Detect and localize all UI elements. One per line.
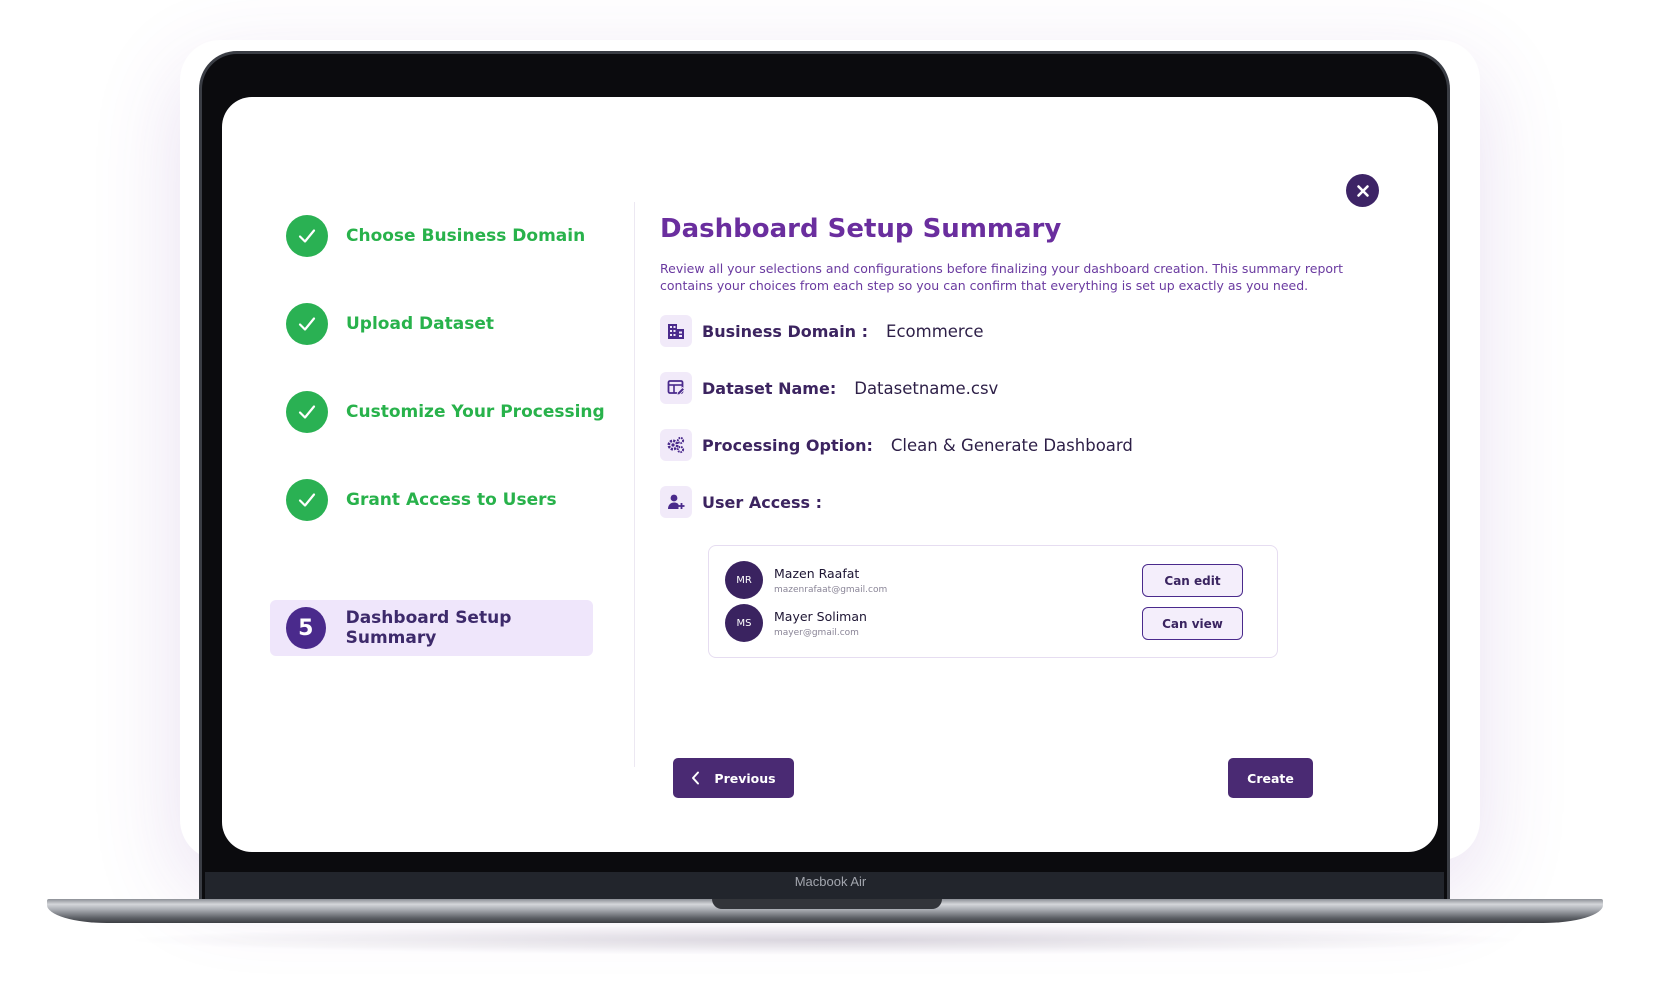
summary-row-processing-option: Processing Option: Clean & Generate Dash… bbox=[660, 429, 1133, 461]
previous-label: Previous bbox=[714, 770, 776, 786]
user-email: mayer@gmail.com bbox=[774, 627, 859, 638]
chevron-left-icon bbox=[691, 771, 700, 785]
close-button[interactable] bbox=[1346, 174, 1379, 207]
summary-row-business-domain: Business Domain : Ecommerce bbox=[660, 315, 984, 347]
create-button[interactable]: Create bbox=[1228, 758, 1313, 798]
check-icon bbox=[286, 479, 328, 521]
step-grant-access[interactable]: Grant Access to Users bbox=[286, 479, 557, 521]
check-icon bbox=[286, 391, 328, 433]
step-label: Choose Business Domain bbox=[346, 226, 586, 246]
user-access-list: MR Mazen Raafat mazenrafaat@gmail.com Ca… bbox=[708, 545, 1278, 658]
user-email: mazenrafaat@gmail.com bbox=[774, 584, 888, 595]
list-item: MS Mayer Soliman mayer@gmail.com bbox=[725, 604, 867, 642]
permission-button[interactable]: Can edit bbox=[1142, 564, 1243, 597]
permission-button[interactable]: Can view bbox=[1142, 607, 1243, 640]
step-choose-business-domain[interactable]: Choose Business Domain bbox=[286, 215, 585, 257]
page-description: Review all your selections and configura… bbox=[660, 261, 1344, 293]
check-icon bbox=[286, 303, 328, 345]
check-icon bbox=[286, 215, 328, 257]
row-label: User Access : bbox=[702, 492, 823, 512]
row-label: Business Domain : bbox=[702, 321, 869, 341]
list-item: MR Mazen Raafat mazenrafaat@gmail.com bbox=[725, 561, 887, 599]
step-label: Dashboard Setup Summary bbox=[345, 608, 512, 648]
gears-icon bbox=[660, 429, 692, 461]
row-label: Processing Option: bbox=[702, 435, 873, 455]
summary-row-user-access: User Access : bbox=[660, 486, 822, 518]
row-value: Ecommerce bbox=[886, 321, 984, 341]
user-add-icon bbox=[660, 486, 692, 518]
step-number: 5 bbox=[286, 607, 326, 649]
summary-row-dataset-name: Dataset Name: Datasetname.csv bbox=[660, 372, 998, 404]
avatar: MS bbox=[725, 604, 763, 642]
building-icon bbox=[660, 315, 692, 347]
step-upload-dataset[interactable]: Upload Dataset bbox=[286, 303, 494, 345]
divider bbox=[634, 202, 635, 767]
close-icon bbox=[1356, 184, 1369, 197]
step-label: Customize Your Processing bbox=[346, 402, 605, 422]
base-shadow bbox=[120, 925, 1530, 955]
row-value: Clean & Generate Dashboard bbox=[890, 435, 1133, 455]
dashboard-setup-modal: Choose Business Domain Upload Dataset Cu… bbox=[222, 97, 1438, 852]
user-name: Mayer Soliman bbox=[774, 608, 867, 624]
dataset-edit-icon bbox=[660, 372, 692, 404]
row-label: Dataset Name: bbox=[702, 378, 837, 398]
user-name: Mazen Raafat bbox=[774, 565, 860, 581]
laptop-notch bbox=[712, 899, 942, 909]
step-label: Upload Dataset bbox=[346, 314, 494, 334]
step-dashboard-summary[interactable]: 5 Dashboard Setup Summary bbox=[270, 600, 593, 656]
step-customize-processing[interactable]: Customize Your Processing bbox=[286, 391, 605, 433]
page-title: Dashboard Setup Summary bbox=[660, 214, 1062, 244]
avatar: MR bbox=[725, 561, 763, 599]
previous-button[interactable]: Previous bbox=[673, 758, 794, 798]
device-model-label: Macbook Air bbox=[794, 874, 867, 889]
row-value: Datasetname.csv bbox=[854, 378, 999, 398]
step-label: Grant Access to Users bbox=[346, 490, 557, 510]
